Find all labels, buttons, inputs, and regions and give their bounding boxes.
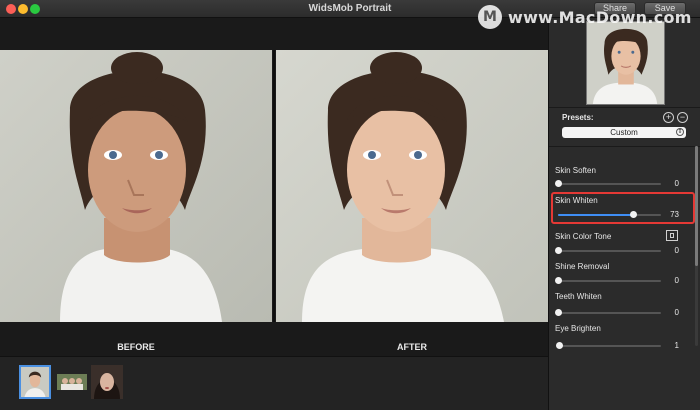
chevron-updown-icon: ⇕	[676, 128, 684, 136]
skin-soften-label: Skin Soften	[555, 166, 596, 175]
watermark-text: www.MacDown.com	[508, 7, 692, 27]
panel-scroll-thumb[interactable]	[695, 146, 698, 266]
split-divider[interactable]	[273, 50, 275, 322]
skin-whiten-value: 73	[670, 210, 679, 219]
skin-color-tone-knob[interactable]	[555, 247, 562, 254]
eye-brighten-slider[interactable]	[556, 342, 661, 349]
before-label: BEFORE	[117, 342, 155, 352]
skin-whiten-fill	[558, 214, 634, 216]
macdown-logo-icon: M	[478, 5, 502, 29]
skin-soften-value: 0	[674, 179, 679, 188]
adjustment-panel: Presets: + − Custom ⇕ Skin Soften 0 Skin…	[548, 18, 700, 410]
skin-whiten-label: Skin Whiten	[555, 196, 598, 205]
thumbnail-portrait-selected[interactable]	[19, 365, 51, 399]
panel-separator	[549, 107, 700, 108]
teeth-whiten-value: 0	[674, 308, 679, 317]
preset-select-value: Custom	[610, 128, 638, 137]
watermark: M www.MacDown.com	[478, 5, 692, 29]
presets-label: Presets:	[562, 113, 594, 122]
after-label: AFTER	[397, 342, 427, 352]
teeth-whiten-slider[interactable]	[555, 309, 661, 316]
before-photo[interactable]	[0, 50, 272, 322]
skin-color-tone-value: 0	[674, 246, 679, 255]
eye-brighten-knob[interactable]	[556, 342, 564, 349]
skin-color-tone-label: Skin Color Tone	[555, 232, 612, 241]
teeth-whiten-knob[interactable]	[555, 309, 562, 316]
skin-color-tone-slider[interactable]	[555, 247, 661, 254]
skin-color-swatch-icon[interactable]	[666, 230, 678, 241]
shine-removal-value: 0	[674, 276, 679, 285]
add-preset-icon[interactable]: +	[663, 112, 674, 123]
teeth-whiten-label: Teeth Whiten	[555, 292, 602, 301]
after-photo[interactable]	[276, 50, 548, 322]
navigator-thumbnail[interactable]	[586, 21, 665, 105]
panel-scrollbar[interactable]	[695, 146, 698, 346]
skin-soften-slider[interactable]	[555, 180, 661, 187]
remove-preset-icon[interactable]: −	[677, 112, 688, 123]
preset-select[interactable]: Custom ⇕	[562, 127, 686, 138]
thumbnail-group-photo[interactable]	[57, 374, 87, 390]
preview-area: BEFORE AFTER	[0, 18, 548, 356]
filmstrip	[0, 356, 548, 410]
eye-brighten-value: 1	[674, 341, 679, 350]
thumbnail-dark-hair-portrait[interactable]	[91, 365, 123, 399]
skin-soften-knob[interactable]	[555, 180, 562, 187]
shine-removal-slider[interactable]	[555, 277, 661, 284]
skin-whiten-slider[interactable]	[558, 211, 661, 218]
eye-brighten-label: Eye Brighten	[555, 324, 601, 333]
shine-removal-label: Shine Removal	[555, 262, 610, 271]
panel-separator	[549, 146, 700, 147]
shine-removal-knob[interactable]	[555, 277, 562, 284]
